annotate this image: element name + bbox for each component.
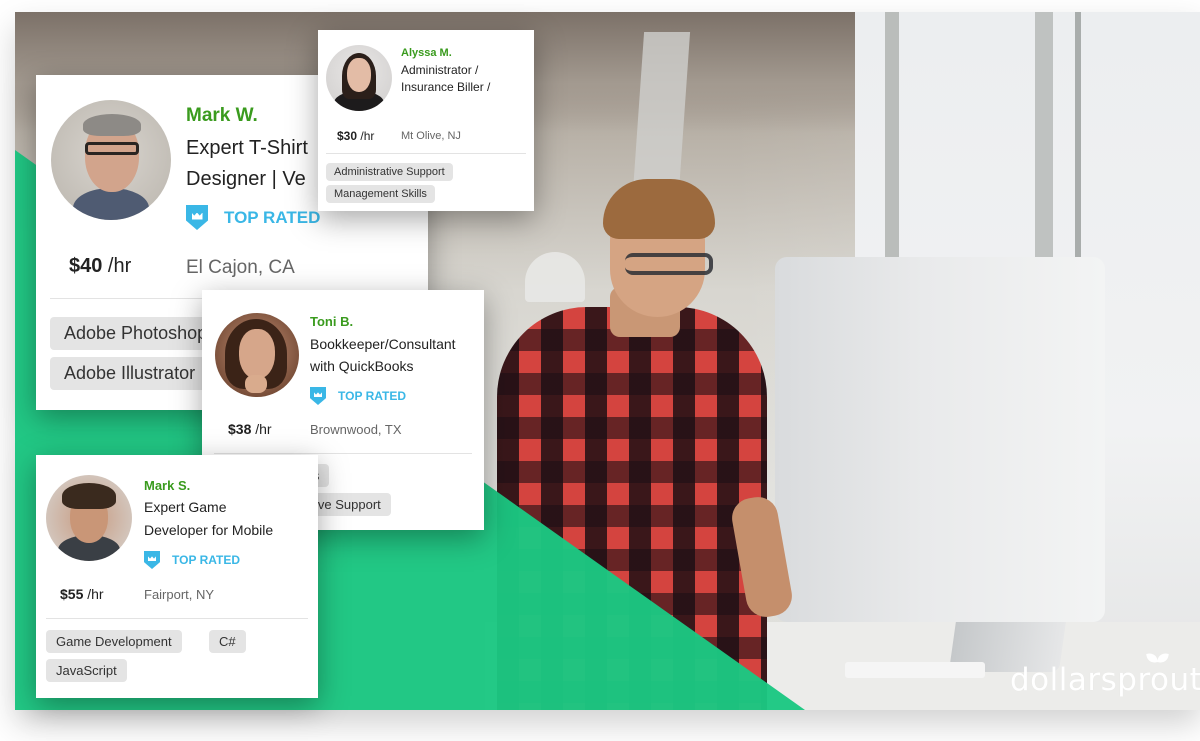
avatar-hair (83, 114, 141, 136)
location: Mt Olive, NJ (401, 130, 461, 142)
title-line-2: Developer for Mobile (144, 522, 274, 538)
hourly-rate: $55 /hr (60, 586, 104, 602)
rate-amount: $38 (228, 421, 252, 437)
avatar-hair (62, 483, 116, 509)
avatar (46, 475, 132, 561)
skill-tag[interactable]: Game Development (46, 630, 182, 653)
skill-tag[interactable]: Adobe Photoshop (50, 317, 222, 350)
rate-amount: $40 (69, 255, 103, 277)
computer-monitor (775, 257, 1105, 622)
top-rated-shield-icon (186, 205, 208, 230)
rate-amount: $30 (337, 129, 358, 143)
badge-label: TOP RATED (338, 389, 407, 403)
title-line-1: Expert Game (144, 499, 227, 515)
keyboard (845, 662, 985, 678)
glasses (625, 253, 713, 275)
freelancer-title: Expert Game Developer for Mobile (144, 496, 318, 542)
title-line-2: Insurance Biller / (401, 80, 491, 94)
top-rated-badge: TOP RATED (144, 551, 240, 569)
hourly-rate: $38 /hr (228, 421, 272, 437)
skill-tag[interactable]: JavaScript (46, 659, 127, 682)
location: Fairport, NY (144, 587, 215, 602)
logo-text: dollarsprout (1010, 662, 1200, 698)
rate-amount: $55 (60, 586, 84, 602)
sprout-leaf-icon (1147, 653, 1169, 665)
top-rated-badge: TOP RATED (310, 387, 406, 405)
hourly-rate: $40 /hr (69, 255, 131, 278)
skill-tag[interactable]: C# (209, 630, 246, 653)
divider (214, 453, 472, 454)
top-rated-shield-icon (310, 387, 326, 405)
location: Brownwood, TX (310, 422, 402, 437)
freelancer-name[interactable]: Toni B. (310, 314, 353, 329)
freelancer-name[interactable]: Alyssa M. (401, 47, 452, 59)
avatar (215, 313, 299, 397)
dollarsprout-logo: dollarsprout (1010, 662, 1200, 698)
divider (326, 153, 526, 154)
hair (603, 179, 715, 239)
badge-label: TOP RATED (172, 553, 241, 567)
title-line-2: with QuickBooks (310, 358, 414, 374)
top-rated-shield-icon (144, 551, 160, 569)
freelancer-card-alyssa-m[interactable]: Alyssa M. Administrator / Insurance Bill… (318, 30, 534, 211)
rate-unit: /hr (102, 255, 132, 277)
title-line-1: Administrator / (401, 63, 479, 77)
avatar-hand (245, 375, 267, 393)
skill-tag[interactable]: Management Skills (326, 185, 435, 203)
rate-unit: /hr (83, 586, 104, 602)
skill-tag[interactable]: Administrative Support (326, 163, 453, 181)
hourly-rate: $30 /hr (337, 129, 374, 143)
freelancer-title: Administrator / Insurance Biller / (401, 62, 531, 96)
rate-unit: /hr (251, 421, 272, 437)
avatar-body (73, 188, 149, 220)
avatar (51, 100, 171, 220)
avatar (326, 45, 392, 111)
rate-unit: /hr (357, 129, 375, 143)
badge-label: TOP RATED (224, 207, 321, 227)
title-line-1: Bookkeeper/Consultant (310, 336, 456, 352)
top-rated-badge: TOP RATED (186, 205, 320, 230)
freelancer-name[interactable]: Mark S. (144, 478, 190, 493)
avatar-face (239, 329, 275, 379)
location: El Cajon, CA (186, 257, 295, 278)
divider (46, 618, 308, 619)
skill-tag[interactable]: Adobe Illustrator (50, 357, 210, 390)
freelancer-title: Bookkeeper/Consultant with QuickBooks (310, 333, 480, 377)
avatar-face (347, 58, 371, 92)
freelancer-name[interactable]: Mark W. (186, 105, 258, 127)
avatar-glasses (85, 142, 139, 155)
freelancer-card-mark-s[interactable]: Mark S. Expert Game Developer for Mobile… (36, 455, 318, 698)
